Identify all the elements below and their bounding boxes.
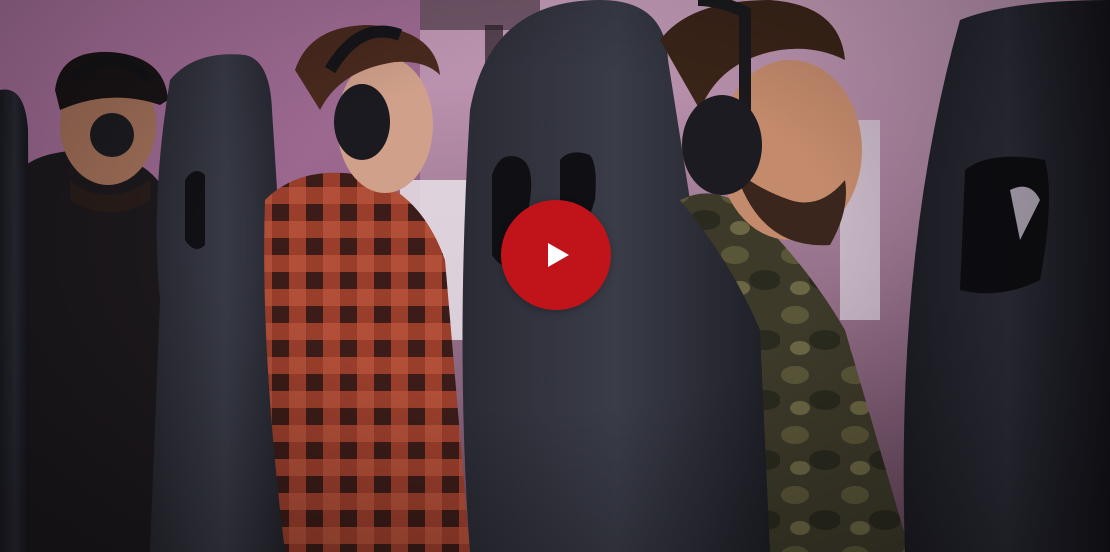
video-player[interactable] (0, 0, 1110, 552)
play-icon (548, 243, 569, 267)
play-button[interactable] (501, 200, 611, 310)
